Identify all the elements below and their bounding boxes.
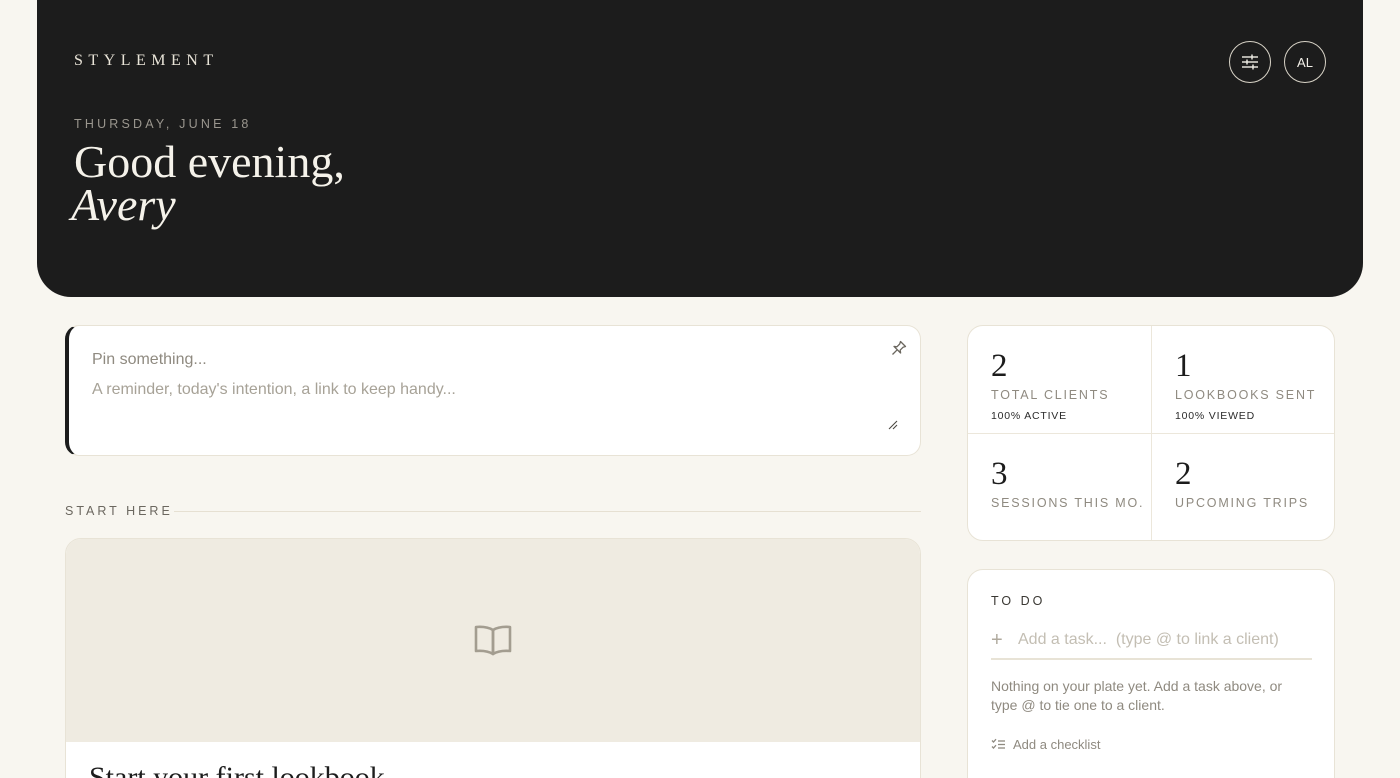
- avatar-button[interactable]: AL: [1284, 41, 1326, 83]
- brand-logo[interactable]: STYLEMENT: [74, 52, 219, 70]
- plus-icon[interactable]: +: [991, 629, 1018, 652]
- current-date: THURSDAY, JUNE 18: [74, 117, 252, 131]
- stats-grid: 2 TOTAL CLIENTS 100% ACTIVE 1 LOOKBOOKS …: [967, 325, 1335, 541]
- greeting-name: Avery: [71, 179, 176, 230]
- todo-card: TO DO + Nothing on your plate yet. Add a…: [967, 569, 1335, 778]
- stat-sessions-this-month[interactable]: 3 SESSIONS THIS MO.: [968, 434, 1152, 540]
- start-lookbook-card[interactable]: Start your first lookbook: [65, 538, 921, 778]
- stat-label: SESSIONS THIS MO.: [991, 496, 1145, 510]
- add-task-input[interactable]: [1018, 631, 1308, 649]
- stat-total-clients[interactable]: 2 TOTAL CLIENTS 100% ACTIVE: [968, 326, 1152, 434]
- stat-value: 3: [991, 456, 1008, 492]
- stat-label: LOOKBOOKS SENT: [1175, 388, 1317, 402]
- settings-button[interactable]: [1229, 41, 1271, 83]
- pin-title-placeholder[interactable]: Pin something...: [92, 351, 207, 369]
- lookbook-card-title[interactable]: Start your first lookbook: [89, 761, 385, 778]
- stat-lookbooks-sent[interactable]: 1 LOOKBOOKS SENT 100% VIEWED: [1152, 326, 1334, 434]
- add-checklist-label: Add a checklist: [1013, 737, 1101, 752]
- stat-value: 2: [991, 348, 1008, 384]
- checklist-icon: [991, 738, 1005, 749]
- pin-icon[interactable]: [890, 339, 908, 357]
- section-label-start-here: START HERE: [65, 504, 173, 518]
- lookbook-cover: [66, 539, 920, 742]
- section-divider: [174, 511, 921, 512]
- stat-label: UPCOMING TRIPS: [1175, 496, 1310, 510]
- stat-value: 2: [1175, 456, 1192, 492]
- resize-handle-icon[interactable]: [888, 420, 898, 430]
- pin-body-placeholder[interactable]: A reminder, today's intention, a link to…: [92, 381, 456, 399]
- pin-note-card[interactable]: Pin something... A reminder, today's int…: [65, 325, 921, 456]
- stat-upcoming-trips[interactable]: 2 UPCOMING TRIPS: [1152, 434, 1334, 540]
- stat-note: 100% ACTIVE: [991, 410, 1067, 422]
- todo-input-row: +: [991, 622, 1312, 660]
- todo-heading: TO DO: [991, 594, 1046, 608]
- sliders-icon: [1242, 54, 1258, 70]
- add-checklist-button[interactable]: Add a checklist: [991, 737, 1100, 752]
- stat-note: 100% VIEWED: [1175, 410, 1255, 422]
- hero-banner: STYLEMENT AL THURSDAY, JUNE 18 Good even…: [37, 0, 1363, 297]
- open-book-icon: [474, 625, 512, 655]
- stat-label: TOTAL CLIENTS: [991, 388, 1110, 402]
- todo-empty-message: Nothing on your plate yet. Add a task ab…: [991, 678, 1283, 713]
- stat-value: 1: [1175, 348, 1192, 384]
